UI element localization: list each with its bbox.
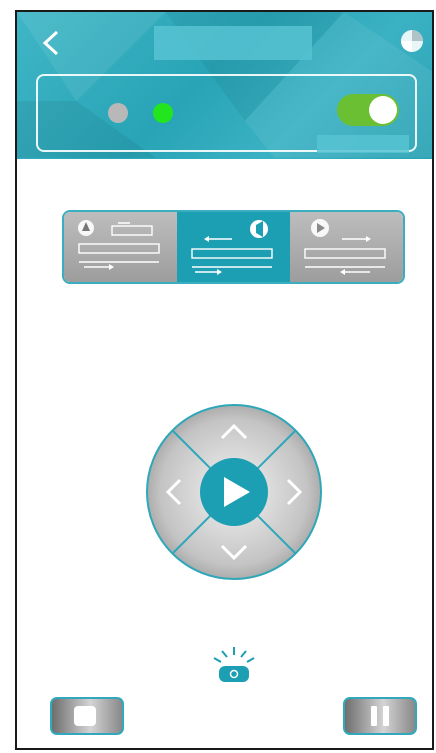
mode-right-button[interactable] xyxy=(290,212,403,282)
right-chevron-button[interactable] xyxy=(274,457,319,527)
signal-light-icon[interactable] xyxy=(210,645,258,685)
indicator-off xyxy=(108,103,128,123)
pause-icon xyxy=(371,706,377,726)
pause-button[interactable] xyxy=(343,697,417,735)
clock-icon[interactable] xyxy=(400,29,424,53)
status-panel xyxy=(36,74,417,153)
power-toggle[interactable] xyxy=(337,94,399,126)
play-circle-icon xyxy=(304,219,386,275)
mode-middle-button[interactable] xyxy=(177,212,290,282)
direction-pad xyxy=(144,402,324,582)
header xyxy=(17,12,432,159)
up-chevron-button[interactable] xyxy=(199,407,269,452)
status-label xyxy=(317,135,409,153)
pause-icon xyxy=(383,706,389,726)
speaker-sync-icon xyxy=(191,220,273,275)
back-chevron-icon[interactable] xyxy=(39,30,63,56)
play-button[interactable] xyxy=(200,458,268,526)
screen-title xyxy=(154,26,312,60)
indicator-on xyxy=(153,103,173,123)
mode-selector xyxy=(62,210,405,284)
mode-left-button[interactable] xyxy=(64,212,177,282)
person-upload-icon xyxy=(78,220,160,270)
toggle-knob xyxy=(369,96,397,124)
app-screen xyxy=(15,10,434,750)
stop-button[interactable] xyxy=(50,697,124,735)
down-chevron-button[interactable] xyxy=(199,532,269,577)
left-chevron-button[interactable] xyxy=(149,457,194,527)
stop-icon xyxy=(74,706,96,726)
